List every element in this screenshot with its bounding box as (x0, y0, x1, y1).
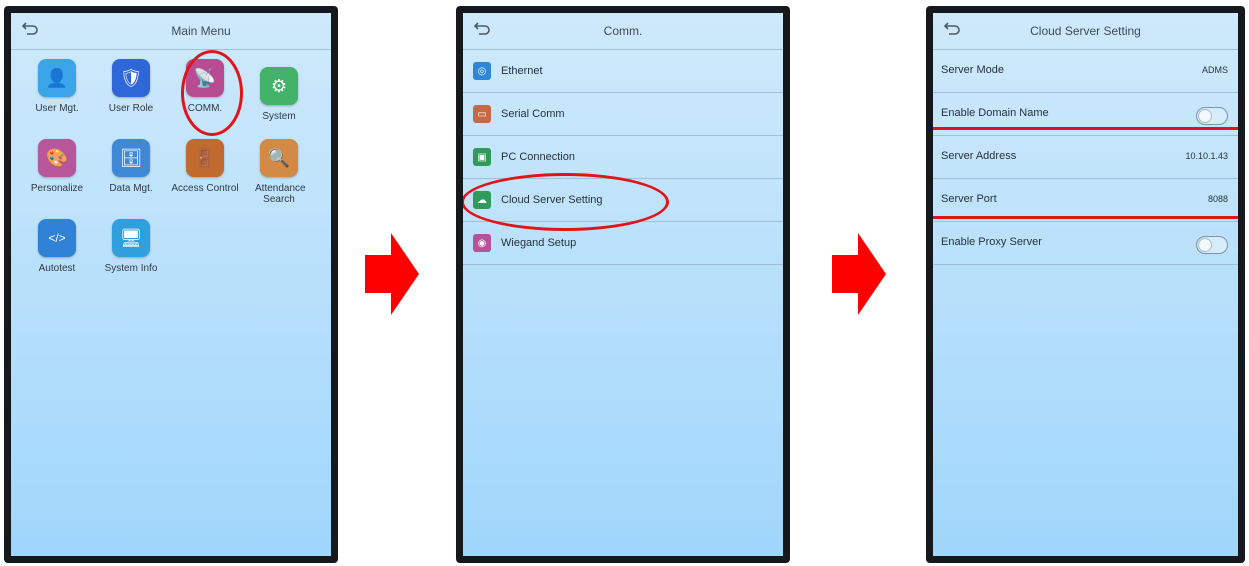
device-comm: Comm. ◎ Ethernet ▭ Serial Comm ▣ PC Conn… (456, 6, 790, 563)
access-control-icon: 🚪 (186, 139, 224, 177)
device-cloud-server: Cloud Server Setting Server Mode ADMS En… (926, 6, 1245, 563)
ethernet-icon: ◎ (473, 62, 491, 80)
tile-data-mgt[interactable]: 🗄 Data Mgt. (101, 139, 161, 194)
data-mgt-icon: 🗄 (112, 139, 150, 177)
server-address-port-highlight (933, 127, 1238, 219)
setting-label: Enable Domain Name (941, 107, 1049, 119)
tile-system-info[interactable]: 🖥 System Info (101, 219, 161, 274)
setting-label: Server Mode (941, 64, 1004, 76)
item-label: PC Connection (501, 151, 575, 163)
page-title: Comm. (603, 24, 643, 38)
back-icon[interactable] (473, 21, 491, 37)
tile-label: Access Control (171, 183, 239, 194)
cloud-titlebar: Cloud Server Setting (933, 13, 1238, 50)
domain-name-toggle[interactable] (1196, 107, 1228, 125)
tile-label: User Role (108, 103, 154, 114)
device-main-menu: Main Menu 👤 User Mgt. 🛡 User Role 📡 COMM… (4, 6, 338, 563)
cloud-server-highlight-ellipse (463, 173, 669, 231)
pc-connection-icon: ▣ (473, 148, 491, 166)
page-title: Cloud Server Setting (1030, 24, 1141, 38)
tile-label: User Mgt. (35, 103, 79, 114)
back-icon[interactable] (21, 21, 39, 37)
comm-titlebar: Comm. (463, 13, 783, 50)
tile-access-control[interactable]: 🚪 Access Control (170, 139, 240, 194)
tile-label: Personalize (30, 183, 84, 194)
autotest-icon: </> (38, 219, 76, 257)
menu-item-wiegand[interactable]: ◉ Wiegand Setup (463, 222, 783, 265)
system-gear-icon: ⚙ (260, 67, 298, 105)
comm-screen: Comm. ◎ Ethernet ▭ Serial Comm ▣ PC Conn… (463, 13, 783, 556)
tile-system[interactable]: ⚙ System (249, 67, 309, 122)
main-menu-titlebar: Main Menu (11, 13, 331, 50)
tile-label: Autotest (38, 263, 76, 274)
main-menu-screen: Main Menu 👤 User Mgt. 🛡 User Role 📡 COMM… (11, 13, 331, 556)
personalize-icon: 🎨 (38, 139, 76, 177)
page-title: Main Menu (171, 24, 231, 38)
setting-label: Enable Proxy Server (941, 236, 1042, 248)
cloud-server-screen: Cloud Server Setting Server Mode ADMS En… (933, 13, 1238, 556)
item-label: Serial Comm (501, 108, 565, 120)
tile-autotest[interactable]: </> Autotest (27, 219, 87, 274)
tile-user-mgt[interactable]: 👤 User Mgt. (27, 59, 87, 114)
next-arrow-icon (832, 233, 886, 315)
user-role-icon: 🛡 (112, 59, 150, 97)
user-mgt-icon: 👤 (38, 59, 76, 97)
back-icon[interactable] (943, 21, 961, 37)
next-arrow-icon (365, 233, 419, 315)
item-label: Wiegand Setup (501, 237, 577, 249)
attendance-search-icon: 🔍 (260, 139, 298, 177)
setting-enable-proxy-server[interactable]: Enable Proxy Server (933, 222, 1238, 265)
menu-item-ethernet[interactable]: ◎ Ethernet (463, 50, 783, 93)
wiegand-icon: ◉ (473, 234, 491, 252)
system-info-icon: 🖥 (112, 219, 150, 257)
tile-user-role[interactable]: 🛡 User Role (101, 59, 161, 114)
menu-item-pc-connection[interactable]: ▣ PC Connection (463, 136, 783, 179)
setting-value: ADMS (1201, 65, 1228, 75)
item-label: Ethernet (501, 65, 543, 77)
comm-highlight-circle (181, 50, 243, 136)
menu-item-serial-comm[interactable]: ▭ Serial Comm (463, 93, 783, 136)
tile-attendance-search[interactable]: 🔍 Attendance Search (249, 139, 309, 205)
serial-comm-icon: ▭ (473, 105, 491, 123)
tile-label: Data Mgt. (109, 183, 153, 194)
proxy-server-toggle[interactable] (1196, 236, 1228, 254)
setting-server-mode[interactable]: Server Mode ADMS (933, 50, 1238, 93)
tile-label: Attendance Search (255, 183, 306, 205)
tile-personalize[interactable]: 🎨 Personalize (27, 139, 87, 194)
tile-label: System (262, 111, 296, 122)
tile-label: System Info (104, 263, 158, 274)
